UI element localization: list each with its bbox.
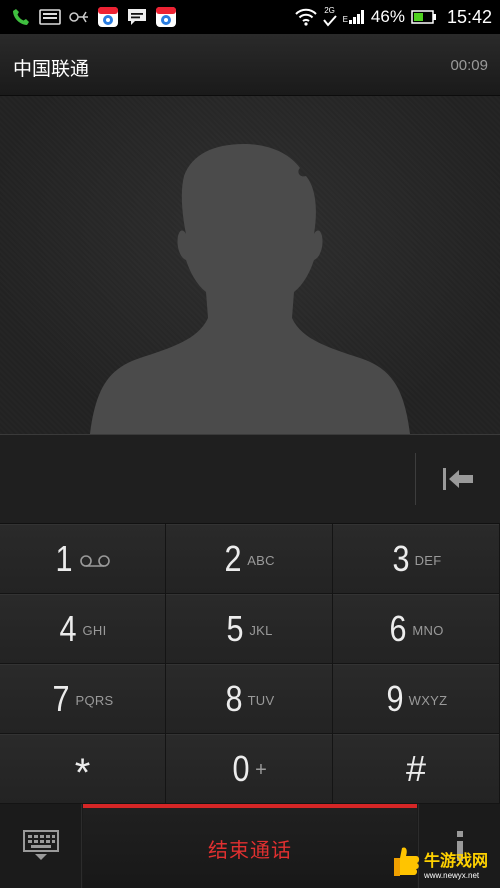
app-store-icon: [97, 6, 119, 28]
watermark: 牛游戏网 www.newyx.net: [392, 838, 500, 888]
key-star[interactable]: *: [0, 734, 166, 804]
key-1[interactable]: 1: [0, 524, 166, 594]
key-letters: ABC: [247, 553, 275, 568]
checkmark-icon: [322, 15, 337, 27]
key-letters: +: [255, 759, 267, 781]
key-3[interactable]: 3 DEF: [333, 524, 500, 594]
clock: 15:42: [446, 6, 492, 27]
key-digit: 0: [232, 747, 250, 789]
key-digit: 6: [389, 607, 407, 649]
dialed-number-row: [0, 434, 500, 524]
signal-bars-icon: [348, 10, 364, 24]
system-status: 2G E 46% 15:42: [294, 0, 500, 34]
key-2[interactable]: 2 ABC: [166, 524, 333, 594]
contact-photo: [0, 96, 500, 434]
phone-icon: [10, 6, 32, 28]
backspace-icon: [443, 468, 473, 490]
signal-letter: E: [342, 15, 348, 24]
key-8[interactable]: 8 TUV: [166, 664, 333, 734]
app-store-icon: [155, 6, 177, 28]
carrier-name: 中国联通: [13, 59, 90, 80]
usb-icon: [68, 6, 90, 28]
voicemail-icon: [79, 554, 110, 567]
key-digit: #: [405, 747, 427, 789]
key-6[interactable]: 6 MNO: [333, 594, 500, 664]
key-digit: 1: [55, 537, 74, 579]
thumbs-up-logo-icon: [394, 847, 420, 876]
end-call-label: 结束通话: [208, 839, 292, 862]
watermark-title: 牛游戏网: [424, 852, 489, 870]
key-digit: 8: [225, 677, 243, 719]
end-call-button[interactable]: 结束通话: [83, 804, 417, 888]
key-digit: *: [74, 751, 91, 795]
network-type: 2G: [322, 6, 337, 27]
key-digit: 4: [59, 607, 77, 649]
notification-icons: [0, 0, 177, 34]
person-silhouette-icon: [90, 144, 410, 434]
battery-percent: 46%: [370, 7, 405, 26]
key-letters: GHI: [82, 623, 107, 638]
key-hash[interactable]: #: [333, 734, 500, 804]
key-9[interactable]: 9 WXYZ: [333, 664, 500, 734]
key-digit: 9: [386, 677, 404, 719]
backspace-button[interactable]: [416, 435, 500, 523]
watermark-text: 牛游戏网 www.newyx.net: [424, 847, 488, 880]
keypad-toggle-icon: [22, 830, 59, 860]
message-card-icon: [39, 6, 61, 28]
hide-keypad-button[interactable]: [0, 804, 82, 888]
key-digit: 2: [224, 537, 242, 579]
key-0[interactable]: 0 +: [166, 734, 333, 804]
key-digit: 3: [392, 537, 410, 579]
key-letters: DEF: [414, 553, 442, 568]
key-letters: MNO: [412, 623, 444, 638]
call-header: 中国联通 00:09: [0, 34, 500, 96]
wifi-icon: [294, 6, 317, 28]
key-letters: WXYZ: [408, 693, 448, 708]
key-letters: JKL: [249, 623, 273, 638]
watermark-url: www.newyx.net: [424, 870, 480, 880]
chat-icon: [126, 6, 148, 28]
key-4[interactable]: 4 GHI: [0, 594, 166, 664]
network-type-label: 2G: [324, 6, 335, 15]
key-digit: 7: [52, 677, 70, 719]
status-bar: 2G E 46% 15:42: [0, 0, 500, 34]
dial-keypad: 1 2 ABC 3 DEF 4 GHI 5 JKL 6 MNO 7 PQRS 8…: [0, 524, 500, 804]
key-letters: TUV: [247, 693, 275, 708]
battery-icon: [411, 6, 437, 28]
key-7[interactable]: 7 PQRS: [0, 664, 166, 734]
signal-strength: E: [343, 10, 365, 24]
call-duration: 00:09: [450, 57, 488, 74]
key-5[interactable]: 5 JKL: [166, 594, 333, 664]
key-digit: 5: [226, 607, 244, 649]
dialed-number-field[interactable]: [0, 435, 414, 523]
key-letters: PQRS: [75, 693, 114, 708]
